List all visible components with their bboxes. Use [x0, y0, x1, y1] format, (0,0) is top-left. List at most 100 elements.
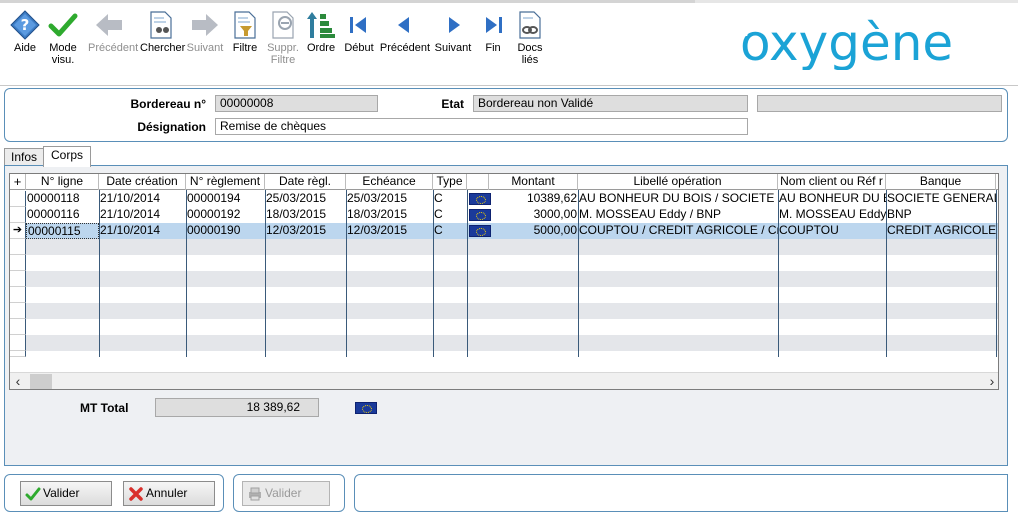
validate-disabled-button[interactable]: Valider: [242, 481, 330, 506]
cell-date-regl: 25/03/2015: [266, 191, 327, 205]
row-header[interactable]: [10, 255, 26, 271]
euro-flag-icon: [469, 193, 491, 205]
etat-extra-field[interactable]: [757, 95, 1002, 112]
scroll-left-icon[interactable]: ‹: [10, 373, 26, 389]
arrow-left-icon: [96, 14, 122, 36]
col-currency[interactable]: [467, 174, 489, 190]
view-mode-button[interactable]: Mode visu.: [48, 8, 78, 72]
top-divider: [0, 0, 1018, 3]
cell-reglement: 00000190: [187, 223, 241, 237]
col-date-creation[interactable]: Date création: [99, 174, 186, 190]
row-bg: [26, 303, 998, 319]
scrollbar-thumb[interactable]: [30, 374, 52, 389]
cell-montant: 3000,00: [533, 207, 577, 221]
empty-group: [354, 474, 1008, 512]
row-header[interactable]: [10, 239, 26, 255]
row-bg: [26, 271, 998, 287]
cell-creation: 21/10/2014: [100, 191, 161, 205]
total-label: MT Total: [80, 401, 129, 415]
cell-client: M. MOSSEAU Eddy: [779, 207, 886, 221]
scroll-right-icon[interactable]: ›: [984, 373, 998, 389]
col-extra[interactable]: [996, 174, 998, 190]
row-bg: [26, 287, 998, 303]
col-echeance[interactable]: Echéance: [346, 174, 433, 190]
cell-extra: I: [996, 223, 998, 239]
tab-infos[interactable]: Infos: [4, 148, 44, 166]
next-search-label: Suivant: [186, 42, 224, 54]
etat-label: Etat: [441, 97, 464, 111]
row-header[interactable]: [10, 303, 26, 319]
euro-flag-icon: [355, 402, 377, 414]
last-record-label: Fin: [485, 42, 501, 54]
next-record-button[interactable]: Suivant: [435, 8, 471, 72]
next-search-button[interactable]: Suivant: [187, 8, 223, 72]
row-header[interactable]: [10, 335, 26, 351]
cell-montant: 5000,00: [533, 223, 577, 237]
cell-reglement: 00000194: [187, 191, 241, 205]
cell-echeance: 25/03/2015: [347, 191, 408, 205]
row-bg: [26, 335, 998, 351]
euro-flag-icon: [469, 225, 491, 237]
cell-creation: 21/10/2014: [100, 223, 161, 237]
add-row-icon[interactable]: +: [10, 174, 26, 190]
horizontal-scrollbar[interactable]: ‹ ›: [10, 372, 998, 389]
cell-banque: SOCIETE GENERALE: [887, 191, 996, 205]
previous-search-button[interactable]: Précédent: [88, 8, 138, 72]
col-banque[interactable]: Banque: [886, 174, 996, 190]
help-icon: ?: [10, 10, 40, 40]
filter-button[interactable]: Filtre: [232, 8, 258, 72]
sort-label: Ordre: [306, 42, 336, 54]
col-reglement[interactable]: N° règlement: [186, 174, 265, 190]
remove-filter-label: Suppr. Filtre: [267, 42, 299, 66]
first-record-label: Début: [344, 42, 374, 54]
first-record-button[interactable]: Début: [344, 8, 374, 72]
validate-label: Valider: [43, 486, 80, 500]
sort-button[interactable]: Ordre: [307, 8, 335, 72]
printer-check-icon: [249, 487, 261, 501]
last-record-icon: [486, 17, 502, 33]
previous-search-label: Précédent: [88, 42, 139, 54]
col-client[interactable]: Nom client ou Réf r: [778, 174, 886, 190]
col-ligne[interactable]: N° ligne: [26, 174, 99, 190]
row-header[interactable]: [10, 191, 26, 207]
etat-field[interactable]: Bordereau non Validé: [473, 95, 748, 112]
cancel-button[interactable]: Annuler: [123, 481, 215, 506]
previous-record-button[interactable]: Précédent: [380, 8, 430, 72]
cancel-label: Annuler: [146, 486, 188, 500]
cell-type: C: [434, 223, 443, 237]
row-header[interactable]: [10, 287, 26, 303]
linked-docs-button[interactable]: Docs liés: [516, 8, 544, 72]
bordereau-number-field[interactable]: 00000008: [215, 95, 378, 112]
row-header[interactable]: [10, 351, 26, 357]
cell-libelle: COUPTOU / CREDIT AGRICOLE / Cr: [579, 223, 778, 237]
row-bg: [26, 239, 998, 255]
col-type[interactable]: Type: [433, 174, 467, 190]
remove-filter-button[interactable]: Suppr. Filtre: [267, 8, 299, 72]
bordereau-label: Bordereau n°: [130, 97, 206, 111]
row-bg: [26, 255, 998, 271]
help-button[interactable]: ? Aide: [10, 8, 40, 72]
col-montant[interactable]: Montant: [489, 174, 578, 190]
cell-libelle: AU BONHEUR DU BOIS / SOCIETE G: [579, 191, 778, 205]
first-record-icon: [350, 17, 366, 33]
search-button[interactable]: Chercher: [140, 8, 185, 72]
last-record-button[interactable]: Fin: [480, 8, 506, 72]
check-icon: [25, 487, 41, 501]
sort-icon: [307, 12, 335, 38]
row-header[interactable]: [10, 207, 26, 223]
tab-corps[interactable]: Corps: [43, 146, 91, 167]
row-header[interactable]: [10, 271, 26, 287]
prev-record-icon: [398, 17, 409, 33]
view-mode-label: Mode visu.: [49, 42, 77, 66]
col-libelle[interactable]: Libellé opération: [578, 174, 778, 190]
cell-creation: 21/10/2014: [100, 207, 161, 221]
validate-button[interactable]: Valider: [20, 481, 112, 506]
cell-ligne: 00000116: [27, 207, 80, 221]
cell-type: C: [434, 207, 443, 221]
col-date-regl[interactable]: Date règl.: [265, 174, 346, 190]
designation-field[interactable]: Remise de chèques: [215, 118, 748, 135]
cell-extra: I: [996, 207, 998, 223]
row-header[interactable]: [10, 319, 26, 335]
cell-ligne: 00000118: [27, 191, 80, 205]
current-row-indicator[interactable]: ➔: [10, 223, 26, 239]
